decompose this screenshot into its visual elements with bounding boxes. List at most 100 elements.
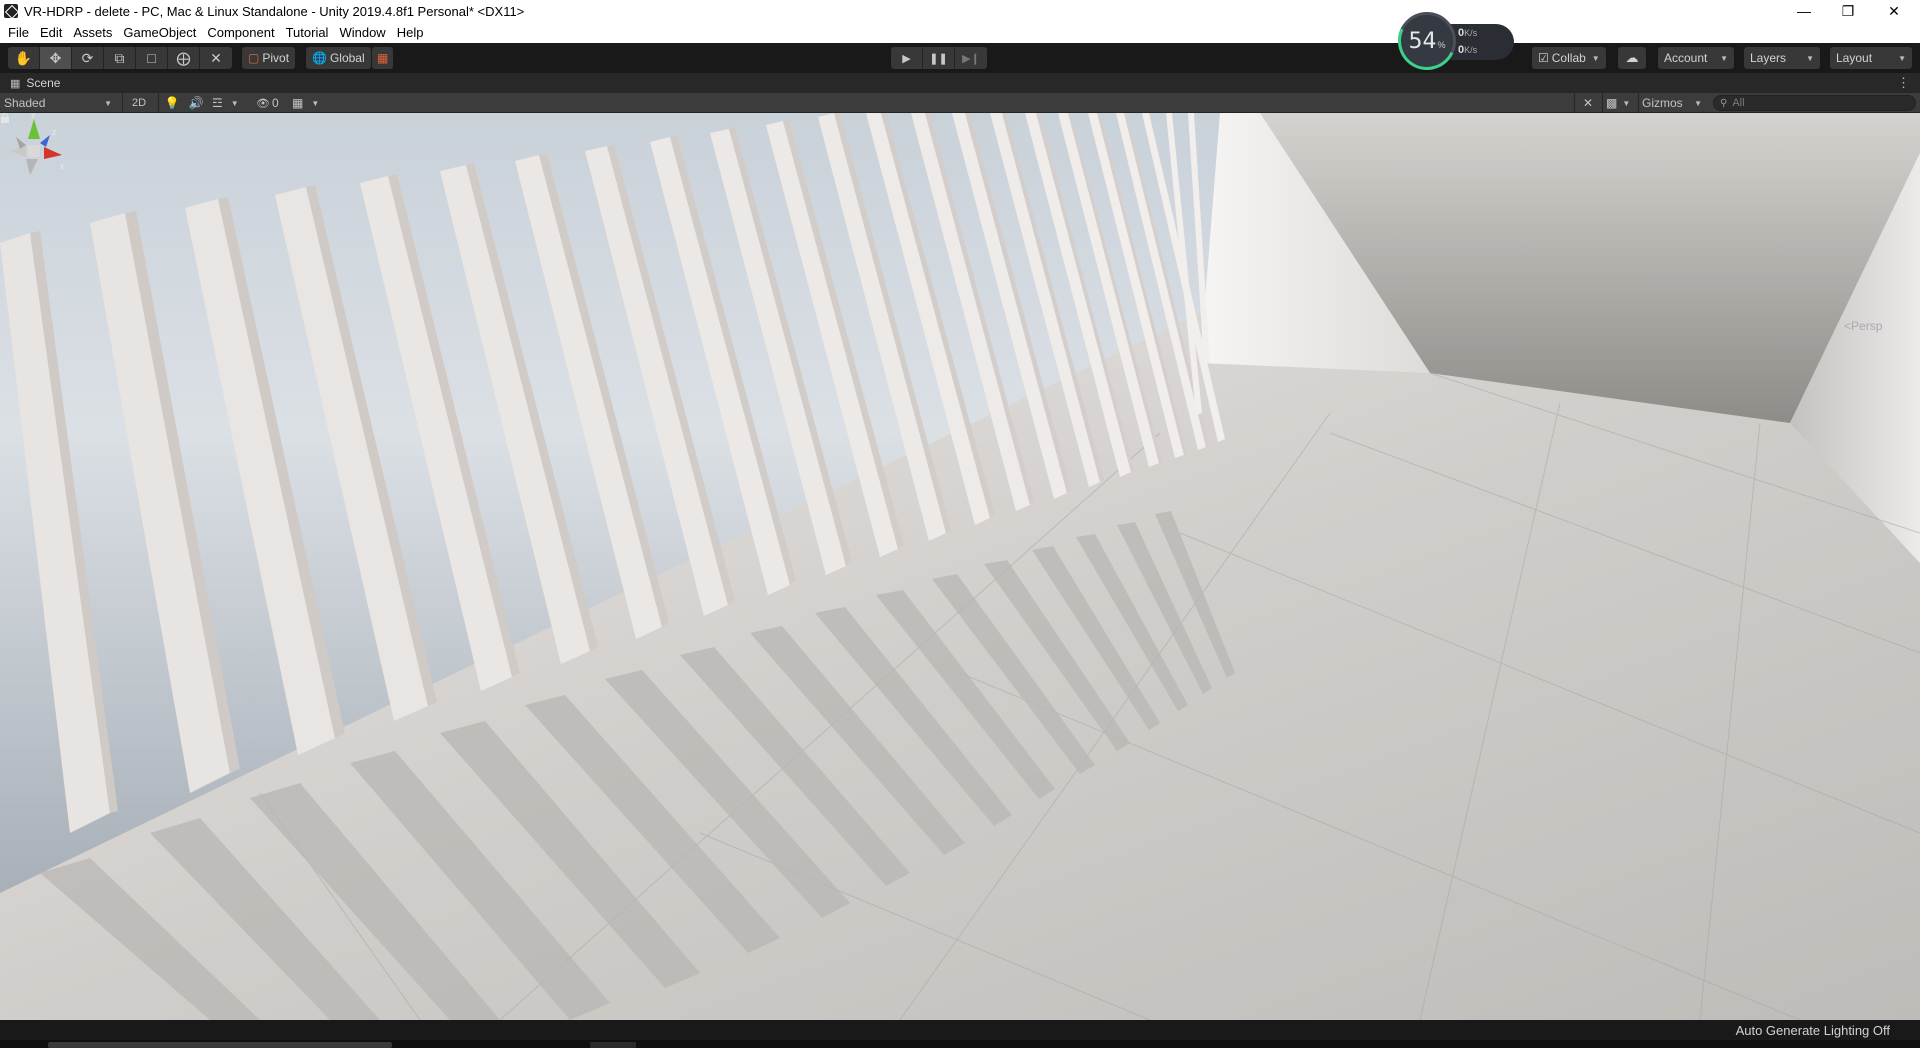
menu-component[interactable]: Component [202, 25, 280, 40]
chevron-down-icon: ▼ [1806, 53, 1814, 63]
scene-tools-button[interactable]: ✕ [1578, 93, 1598, 113]
menu-bar: File Edit Assets GameObject Component Tu… [0, 22, 1920, 43]
taskbar-item[interactable] [590, 1042, 636, 1048]
scene-viewport[interactable]: y x z <Persp [0, 113, 1920, 1020]
close-icon[interactable]: ✕ [1872, 0, 1916, 22]
audio-toggle-button[interactable]: 🔊 [186, 93, 206, 113]
gizmo-neg-axis-cone-1 [10, 145, 26, 157]
restore-icon[interactable]: ❐ [1826, 0, 1870, 22]
os-taskbar [0, 1040, 1920, 1048]
layout-label: Layout [1836, 51, 1873, 65]
lighting-status[interactable]: Auto Generate Lighting Off [1736, 1023, 1890, 1038]
chevron-down-icon: ▼ [1622, 98, 1631, 108]
hidden-count: 0 [271, 96, 279, 110]
effects-icon: ☲ [212, 96, 223, 110]
minimize-icon[interactable]: — [1782, 0, 1826, 22]
gizmo-y-label: y [31, 113, 36, 119]
lightbulb-icon: 💡 [164, 96, 180, 110]
play-controls: ▶ ❚❚ ▶❙ [891, 47, 987, 69]
taskbar-app[interactable] [48, 1042, 392, 1048]
title-bar: VR-HDRP - delete - PC, Mac & Linux Stand… [0, 0, 1920, 22]
projection-chevron-icon: < [1844, 319, 1852, 333]
rotate-tool-icon[interactable]: ⟳ [72, 47, 104, 69]
main-toolbar: ✋ ✥ ⟳ ⧉ □ ⨁ ✕ ▢ Pivot 🌐 Global ▦ ▶ ❚❚ ▶❙… [0, 43, 1920, 73]
search-icon: ⚲ [1720, 97, 1728, 109]
2d-label: 2D [131, 97, 147, 109]
play-icon[interactable]: ▶ [891, 47, 923, 69]
hidden-objects-toggle[interactable]: 👁 0 [256, 93, 288, 113]
gizmos-dropdown[interactable]: Gizmos ▼ [1642, 93, 1706, 113]
global-toggle-button[interactable]: 🌐 Global [306, 47, 371, 69]
grid-icon: ▦ [292, 96, 304, 110]
camera-dropdown[interactable]: ▩ ▼ [1606, 93, 1636, 113]
scene-tab[interactable]: ▦ Scene ⋮ [0, 73, 1920, 93]
lock-icon[interactable] [0, 113, 10, 123]
projection-toggle[interactable]: <Persp [1844, 319, 1882, 333]
tools-icon: ✕ [1582, 96, 1594, 110]
eye-slash-icon: 👁 [256, 97, 270, 110]
rect-tool-icon[interactable]: □ [136, 47, 168, 69]
transform-tools: ✋ ✥ ⟳ ⧉ □ ⨁ ✕ [8, 47, 232, 69]
gizmos-label: Gizmos [1642, 96, 1683, 110]
gizmo-z-label: z [52, 127, 57, 137]
camera-icon: ▩ [1606, 96, 1618, 110]
collab-dropdown[interactable]: ☑ Collab ▼ [1532, 47, 1606, 69]
search-placeholder: All [1732, 97, 1745, 109]
pivot-toggle-button[interactable]: ▢ Pivot [242, 47, 296, 69]
grid-icon: ▦ [10, 77, 21, 90]
custom-tool-icon[interactable]: ✕ [200, 47, 232, 69]
menu-gameobject[interactable]: GameObject [118, 25, 202, 40]
draw-mode-dropdown[interactable]: Shaded ▼ [4, 93, 116, 113]
cloud-icon: ☁ [1625, 50, 1639, 65]
scale-tool-icon[interactable]: ⧉ [104, 47, 136, 69]
account-label: Account [1664, 51, 1708, 65]
menu-file[interactable]: File [3, 25, 35, 40]
grid-visibility-dropdown[interactable]: ▦ ▼ [292, 93, 328, 113]
account-dropdown[interactable]: Account ▼ [1658, 47, 1734, 69]
menu-tutorial[interactable]: Tutorial [281, 25, 335, 40]
cpu-usage-ring: 54 % [1389, 3, 1465, 79]
chevron-down-icon: ▼ [1720, 53, 1728, 63]
grid-snap-icon: ▦ [377, 51, 389, 65]
unity-logo-icon [4, 4, 18, 18]
window-title: VR-HDRP - delete - PC, Mac & Linux Stand… [24, 3, 525, 19]
chevron-down-icon: ▼ [311, 98, 320, 108]
effects-dropdown[interactable]: ☲ ▼ [212, 93, 252, 113]
chevron-down-icon: ▼ [1591, 53, 1600, 63]
cpu-usage-arc [1389, 3, 1465, 79]
gizmo-x-label: x [60, 161, 65, 171]
gizmo-y-axis-cone [28, 119, 40, 139]
layers-dropdown[interactable]: Layers ▼ [1744, 47, 1820, 69]
2d-toggle-button[interactable]: 2D [126, 93, 152, 113]
menu-help[interactable]: Help [392, 25, 430, 40]
unity-editor-window: VR-HDRP - delete - PC, Mac & Linux Stand… [0, 0, 1920, 1048]
scene-render [0, 113, 1920, 1020]
menu-edit[interactable]: Edit [35, 25, 68, 40]
scene-tab-label: Scene [26, 76, 61, 90]
move-tool-icon[interactable]: ✥ [40, 47, 72, 69]
chevron-down-icon: ▼ [104, 98, 112, 108]
pivot-label: Pivot [262, 51, 290, 65]
orientation-gizmo[interactable]: y x z [0, 113, 68, 183]
grid-snap-button[interactable]: ▦ [372, 47, 394, 69]
cloud-button[interactable]: ☁ [1618, 47, 1646, 69]
upload-rate: 0K/s [1458, 27, 1478, 39]
gizmo-center-cube [28, 145, 40, 157]
lighting-toggle-button[interactable]: 💡 [162, 93, 182, 113]
gizmo-x-axis-cone [44, 147, 62, 159]
menu-window[interactable]: Window [334, 25, 391, 40]
menu-assets[interactable]: Assets [68, 25, 118, 40]
transform-tool-icon[interactable]: ⨁ [168, 47, 200, 69]
chevron-down-icon: ▼ [230, 98, 239, 108]
performance-monitor[interactable]: 0K/s ↑ 0K/s ↓ 54 % [1389, 3, 1516, 79]
step-icon[interactable]: ▶❙ [955, 47, 987, 69]
download-rate: 0K/s [1458, 44, 1478, 56]
gizmo-z-axis-cone [40, 135, 50, 147]
hand-tool-icon[interactable]: ✋ [8, 47, 40, 69]
status-bar: Auto Generate Lighting Off [0, 1020, 1920, 1040]
scene-search-input[interactable]: ⚲ All [1713, 95, 1916, 111]
more-options-icon[interactable]: ⋮ [1897, 75, 1910, 91]
chevron-down-icon: ▼ [1898, 53, 1906, 63]
pause-icon[interactable]: ❚❚ [923, 47, 955, 69]
layout-dropdown[interactable]: Layout ▼ [1830, 47, 1912, 69]
